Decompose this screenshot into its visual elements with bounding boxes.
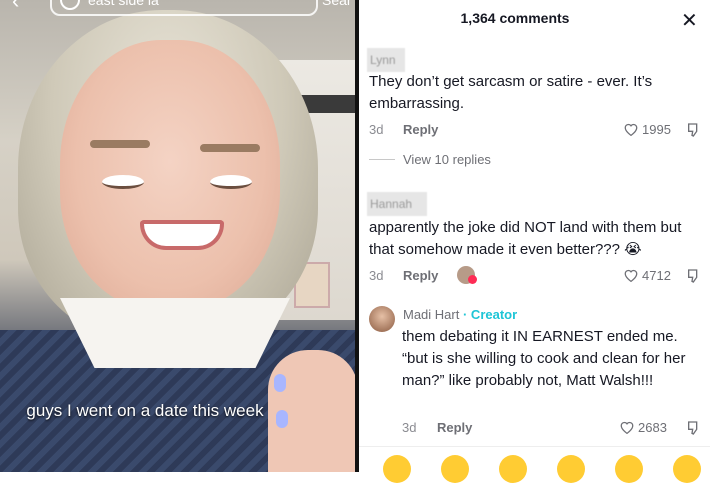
comment-text: them debating it IN EARNEST ended me. “b… bbox=[402, 328, 686, 389]
video-caption: guys I went on a date this week bbox=[26, 401, 264, 420]
dislike-icon[interactable] bbox=[686, 122, 702, 138]
comment-text: apparently the joke did NOT land with th… bbox=[369, 219, 682, 258]
comment-age: 3d bbox=[369, 268, 384, 283]
like-count: 2683 bbox=[638, 420, 667, 435]
comment-username[interactable]: Hannah bbox=[367, 192, 427, 216]
heart-icon bbox=[624, 123, 638, 136]
replies-divider-line bbox=[369, 159, 395, 160]
comment-username: Madi Hart bbox=[403, 307, 460, 322]
emoji-flushed[interactable] bbox=[499, 455, 527, 483]
comment-username[interactable]: Lynn bbox=[367, 48, 405, 72]
comment-text: They don’t get sarcasm or satire - ever.… bbox=[369, 73, 653, 112]
dislike-icon[interactable] bbox=[686, 420, 702, 436]
view-replies-label: View 10 replies bbox=[403, 152, 491, 167]
comment-age: 3d bbox=[402, 420, 417, 435]
reply-button[interactable]: Reply bbox=[437, 420, 472, 435]
reply-button[interactable]: Reply bbox=[403, 268, 438, 283]
search-query: east side la bbox=[88, 0, 159, 8]
person-collar bbox=[60, 298, 290, 368]
comment-age: 3d bbox=[369, 122, 384, 137]
like-button[interactable]: 4712 bbox=[623, 268, 671, 283]
dislike-icon[interactable] bbox=[686, 268, 702, 284]
comments-panel: 1,364 comments ✕ Lynn They don’t get sar… bbox=[359, 0, 710, 483]
emoji-heart-eyes[interactable] bbox=[383, 455, 411, 483]
search-button[interactable]: Sear bbox=[322, 0, 352, 8]
emoji-reaction-bar bbox=[359, 446, 710, 483]
creator-liked-heart-icon bbox=[468, 275, 477, 284]
comment-username-row[interactable]: Madi Hart · Creator bbox=[403, 307, 517, 322]
eye-right bbox=[210, 175, 252, 189]
heart-icon bbox=[624, 269, 638, 282]
eye-left bbox=[102, 175, 144, 189]
person-face bbox=[60, 40, 280, 310]
view-replies-link[interactable]: View 10 replies bbox=[369, 152, 491, 167]
emoji-rofl[interactable] bbox=[673, 455, 701, 483]
close-icon[interactable]: ✕ bbox=[681, 8, 698, 33]
comments-count-title: 1,364 comments bbox=[460, 10, 570, 26]
avatar[interactable] bbox=[369, 306, 395, 332]
fingernail bbox=[274, 374, 286, 392]
emoji-smiling[interactable] bbox=[557, 455, 585, 483]
like-button[interactable]: 2683 bbox=[619, 420, 667, 435]
reply-button[interactable]: Reply bbox=[403, 122, 438, 137]
emoji-sweat-smile[interactable] bbox=[615, 455, 643, 483]
back-arrow-icon[interactable]: ‹ bbox=[12, 0, 34, 12]
video-player[interactable]: ‹ east side la Sear guys I went on a dat… bbox=[0, 0, 358, 472]
like-count: 4712 bbox=[642, 268, 671, 283]
eyebrow-right bbox=[200, 144, 260, 152]
like-button[interactable]: 1995 bbox=[623, 122, 671, 137]
creator-badge: · Creator bbox=[462, 307, 518, 322]
like-count: 1995 bbox=[642, 122, 671, 137]
emoji-laughing[interactable] bbox=[441, 455, 469, 483]
smile bbox=[140, 220, 224, 250]
eyebrow-left bbox=[90, 140, 150, 148]
heart-icon bbox=[620, 421, 634, 434]
